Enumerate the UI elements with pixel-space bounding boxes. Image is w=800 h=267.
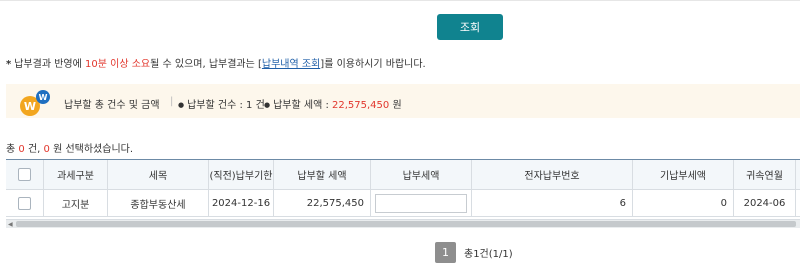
summary-separator: | xyxy=(170,96,174,107)
header-payable-amount: 납부할 세액 xyxy=(274,160,371,189)
notice-text-2: 될 수 있으며, 납부결과는 [ xyxy=(150,59,262,70)
notice-highlight: 10분 이상 소요 xyxy=(85,59,151,70)
search-button[interactable]: 조회 xyxy=(437,14,503,40)
wetax-logo-icon: W W xyxy=(20,90,54,118)
summary-count: ● 납부할 건수 : 1 건 xyxy=(178,100,265,111)
cell-e-payment-number: 6 xyxy=(472,190,633,216)
cell-paid-amount: 0 xyxy=(633,190,734,216)
scroll-left-arrow-icon[interactable]: ◀ xyxy=(8,221,13,228)
bullet-dot-icon: ● xyxy=(264,101,271,109)
row-checkbox[interactable] xyxy=(18,196,31,210)
horizontal-scrollbar[interactable]: ◀ xyxy=(6,219,800,228)
cell-payment-amount xyxy=(371,190,472,216)
select-all-checkbox[interactable] xyxy=(18,168,31,181)
notice-text-1: 납부결과 반영에 xyxy=(14,59,82,70)
cell-attribution-month: 2024-06 xyxy=(734,190,796,216)
header-tax-category: 과세구분 xyxy=(44,160,108,189)
header-e-payment-number: 전자납부번호 xyxy=(472,160,633,189)
header-paid-amount: 기납부세액 xyxy=(633,160,734,189)
tax-grid: 과세구분 세목 (직전)납부기한 납부할 세액 납부세액 전자납부번호 기납부세… xyxy=(6,159,800,219)
notice-text-3: ]를 이용하시기 바랍니다. xyxy=(320,59,426,70)
cell-tax-category: 고지분 xyxy=(44,190,108,216)
selection-summary: 총 0 건, 0 원 선택하셨습니다. xyxy=(6,144,134,155)
cell-tax-item: 종합부동산세 xyxy=(108,190,209,216)
header-due-date: (직전)납부기한 xyxy=(209,160,274,189)
cell-due-date: 2024-12-16 xyxy=(209,190,274,216)
cell-payable-amount: 22,575,450 xyxy=(274,190,371,216)
summary-title: 납부할 총 건수 및 금액 xyxy=(64,100,160,111)
pagination-total: 총1건(1/1) xyxy=(464,249,513,260)
select-all-cell xyxy=(6,160,44,189)
payment-history-link[interactable]: 납부내역 조회 xyxy=(262,59,320,70)
notice-text: * 납부결과 반영에 10분 이상 소요될 수 있으며, 납부결과는 [납부내역 … xyxy=(6,55,426,70)
payment-summary-box: W W 납부할 총 건수 및 금액 | ● 납부할 건수 : 1 건 ● 납부할 세… xyxy=(6,84,800,118)
scrollbar-thumb[interactable] xyxy=(16,221,796,227)
page-button-1[interactable]: 1 xyxy=(435,242,456,263)
table-header-row: 과세구분 세목 (직전)납부기한 납부할 세액 납부세액 전자납부번호 기납부세… xyxy=(6,160,800,190)
header-tax-item: 세목 xyxy=(108,160,209,189)
summary-amount: ● 납부할 세액 : 22,575,450 원 xyxy=(264,100,402,111)
table-row[interactable]: 고지분 종합부동산세 2024-12-16 22,575,450 6 0 202… xyxy=(6,190,800,217)
notice-bullet: * xyxy=(6,59,12,70)
payment-amount-input[interactable] xyxy=(375,193,467,213)
header-payment-amount: 납부세액 xyxy=(371,160,472,189)
pagination: 1 총1건(1/1) xyxy=(435,242,513,263)
row-select-cell xyxy=(6,190,44,216)
header-attribution-month: 귀속연월 xyxy=(734,160,796,189)
bullet-dot-icon: ● xyxy=(178,101,185,109)
top-divider xyxy=(0,0,800,1)
